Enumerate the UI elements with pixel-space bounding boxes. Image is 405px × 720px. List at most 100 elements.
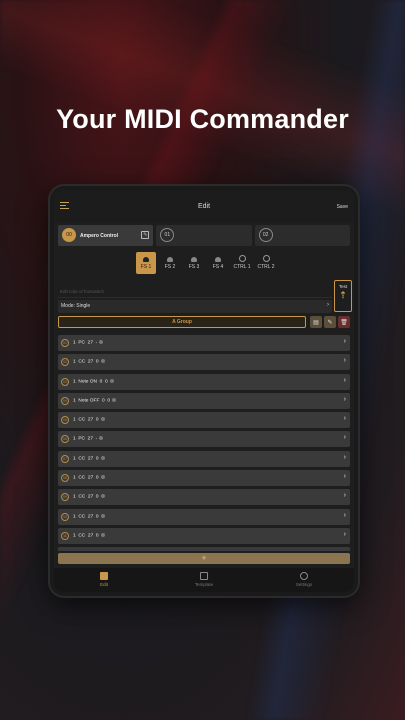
footswitch-label: FS 1 bbox=[140, 264, 152, 270]
message-row[interactable]: 04 1 Note OFF 0 0 › bbox=[58, 392, 350, 409]
message-text: 1 CC 27 0 bbox=[73, 494, 105, 500]
chevron-right-icon: › bbox=[343, 376, 346, 384]
message-index: 11 bbox=[61, 531, 69, 540]
chevron-right-icon: › bbox=[343, 453, 346, 461]
footswitch-ctrl1[interactable]: CTRL 1 bbox=[232, 252, 252, 274]
status-dot-icon bbox=[100, 494, 105, 499]
preset-00[interactable]: 00 Ampero Control ✎ bbox=[58, 225, 154, 246]
message-text: 1 Note OFF 0 0 bbox=[73, 397, 117, 403]
message-index: 10 bbox=[61, 512, 69, 521]
message-row[interactable]: 07 1 CC 27 0 › bbox=[58, 450, 350, 467]
footswitch-ctrl2[interactable]: CTRL 2 bbox=[256, 252, 276, 274]
message-index: 04 bbox=[61, 396, 69, 405]
preset-tabs: 00 Ampero Control ✎ 01 02 bbox=[58, 225, 350, 247]
message-text: 1 Note ON 0 0 bbox=[73, 378, 114, 384]
delete-icon[interactable]: 🗑 bbox=[338, 316, 350, 328]
footswitch-icon bbox=[215, 257, 221, 262]
message-index: 05 bbox=[61, 416, 69, 425]
message-index: 01 bbox=[61, 339, 69, 347]
chevron-right-icon: › bbox=[343, 511, 346, 519]
message-row[interactable]: 01 1 PC 27 - › bbox=[58, 335, 350, 351]
footswitch-fs3[interactable]: FS 3 bbox=[184, 252, 204, 274]
test-label: Test bbox=[338, 284, 348, 289]
message-text: 1 CC 27 0 bbox=[73, 513, 105, 519]
message-text: 1 PC 27 - bbox=[73, 340, 104, 345]
message-text: 1 CC 27 0 bbox=[73, 532, 105, 538]
status-dot-icon bbox=[100, 532, 105, 537]
edit-tab-icon bbox=[100, 572, 108, 580]
footswitch-icon bbox=[191, 257, 197, 262]
message-index: 09 bbox=[61, 493, 69, 502]
status-dot-icon bbox=[112, 397, 117, 402]
footswitch-selector: FS 1 FS 2 FS 3 FS 4 CTRL 1 CTRL 2 bbox=[136, 252, 276, 274]
rename-icon[interactable]: ✎ bbox=[141, 231, 150, 239]
footswitch-fs2[interactable]: FS 2 bbox=[160, 252, 180, 274]
message-text: 1 CC 27 0 bbox=[73, 417, 105, 422]
message-text: 1 CC 27 0 bbox=[73, 475, 105, 480]
group-selector[interactable]: A Group bbox=[58, 316, 306, 328]
tab-label: Template bbox=[194, 582, 214, 587]
status-dot-icon bbox=[100, 359, 105, 364]
status-dot-icon bbox=[100, 417, 105, 422]
footswitch-icon bbox=[167, 257, 173, 262]
preset-02[interactable]: 02 bbox=[254, 225, 350, 246]
footswitch-label: CTRL 1 bbox=[233, 264, 251, 270]
message-index: 08 bbox=[61, 474, 69, 483]
chevron-right-icon: › bbox=[343, 357, 346, 365]
chevron-right-icon: › bbox=[327, 302, 329, 308]
preset-number: 02 bbox=[258, 228, 273, 242]
chevron-right-icon: › bbox=[343, 395, 346, 403]
status-dot-icon bbox=[100, 455, 105, 460]
message-row[interactable]: 11 1 CC 27 0 › bbox=[58, 527, 350, 544]
message-list: 01 1 PC 27 - › 02 1 CC 27 0 › 03 1 Note ON 0 … bbox=[58, 335, 350, 551]
edit-icon[interactable]: ✎ bbox=[324, 316, 336, 328]
tab-template[interactable]: Template bbox=[154, 568, 254, 592]
preset-01[interactable]: 01 bbox=[156, 225, 252, 246]
knob-icon bbox=[262, 255, 270, 262]
footswitch-fs1[interactable]: FS 1 bbox=[136, 252, 156, 274]
chevron-right-icon: › bbox=[343, 530, 346, 538]
message-row[interactable]: 10 1 CC 27 0 › bbox=[58, 508, 350, 525]
message-index: 02 bbox=[61, 358, 69, 367]
status-dot-icon bbox=[100, 475, 105, 480]
message-row[interactable]: 03 1 Note ON 0 0 › bbox=[58, 373, 350, 390]
chevron-right-icon: › bbox=[343, 415, 346, 423]
message-row[interactable]: 12› bbox=[58, 547, 350, 551]
add-message-button[interactable]: + bbox=[58, 553, 350, 564]
tab-label: Settings bbox=[295, 582, 313, 587]
status-dot-icon bbox=[100, 513, 105, 518]
mode-selector[interactable]: Mode: Single › bbox=[58, 300, 332, 313]
footswitch-fs4[interactable]: FS 4 bbox=[208, 252, 228, 274]
message-text: 1 PC 27 - bbox=[73, 436, 104, 442]
copy-icon[interactable]: ▤ bbox=[310, 316, 322, 328]
headline: Your MIDI Commander bbox=[56, 104, 349, 134]
message-row[interactable]: 05 1 CC 27 0 › bbox=[58, 412, 350, 429]
tab-edit[interactable]: Edit bbox=[54, 568, 154, 592]
message-row[interactable]: 06 1 PC 27 - › bbox=[58, 431, 350, 448]
footswitch-note-input[interactable]: Edit note of footswitch bbox=[58, 286, 332, 298]
footswitch-label: FS 3 bbox=[188, 264, 200, 270]
message-text: 1 CC 27 0 bbox=[73, 455, 105, 461]
chevron-right-icon: › bbox=[344, 550, 346, 551]
status-dot-icon bbox=[99, 436, 104, 441]
status-dot-icon bbox=[109, 378, 114, 383]
message-index: 03 bbox=[61, 377, 69, 386]
footswitch-label: CTRL 2 bbox=[257, 264, 275, 270]
message-row[interactable]: 08 1 CC 27 0 › bbox=[58, 470, 350, 487]
message-text: 1 CC 27 0 bbox=[73, 359, 105, 365]
template-icon bbox=[200, 572, 208, 580]
tab-label: Edit bbox=[100, 582, 108, 587]
preset-number: 01 bbox=[160, 228, 175, 242]
footswitch-icon bbox=[143, 257, 149, 262]
preset-name: Ampero Control bbox=[80, 233, 119, 239]
message-index: 06 bbox=[61, 435, 69, 444]
test-button[interactable]: Test ⇡ bbox=[334, 280, 352, 312]
chevron-right-icon: › bbox=[343, 338, 346, 345]
mode-label: Mode: Single bbox=[61, 303, 91, 309]
send-arrow-icon: ⇡ bbox=[339, 290, 347, 300]
message-row[interactable]: 09 1 CC 27 0 › bbox=[58, 489, 350, 506]
save-button[interactable]: Save bbox=[337, 204, 348, 210]
message-row[interactable]: 02 1 CC 27 0 › bbox=[58, 354, 350, 371]
status-dot-icon bbox=[99, 340, 104, 344]
tab-settings[interactable]: Settings bbox=[254, 568, 354, 592]
